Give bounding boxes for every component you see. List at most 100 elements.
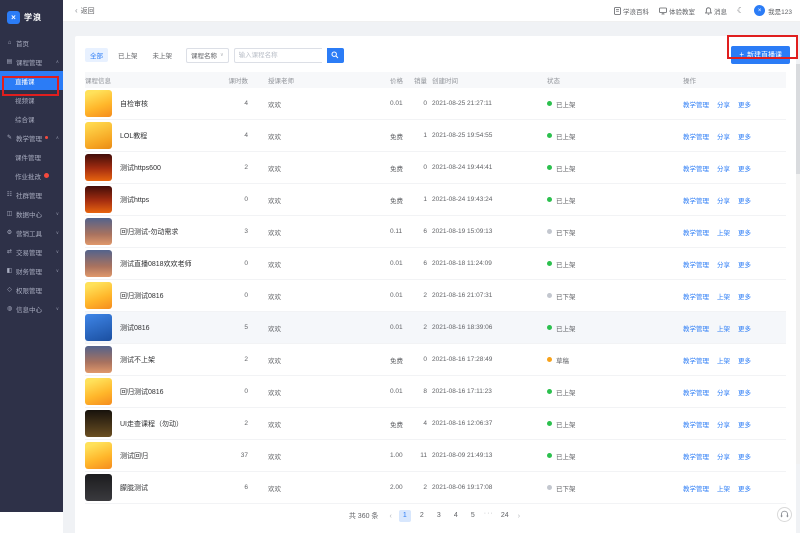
action-link[interactable]: 教学管理 xyxy=(683,134,709,141)
action-link[interactable]: 教学管理 xyxy=(683,102,709,109)
action-link[interactable]: 更多 xyxy=(738,358,751,365)
sidebar-item-mixed-course[interactable]: 综合课 xyxy=(0,109,63,128)
action-link[interactable]: 教学管理 xyxy=(683,390,709,397)
status-filter-tabs: 全部已上架未上架 xyxy=(85,48,177,62)
customer-service-button[interactable] xyxy=(777,507,792,522)
action-link[interactable]: 分享 xyxy=(717,390,730,397)
back-button[interactable]: ‹ 返回 xyxy=(75,6,95,16)
action-link[interactable]: 更多 xyxy=(738,294,751,301)
action-link[interactable]: 上架 xyxy=(717,230,730,237)
action-link[interactable]: 上架 xyxy=(717,326,730,333)
sidebar-item-courseware[interactable]: 课件管理 xyxy=(0,147,63,166)
page-number[interactable]: 3 xyxy=(433,510,445,522)
chevron-icon: ∨ xyxy=(56,249,59,255)
page-number[interactable]: 24 xyxy=(499,510,511,522)
action-link[interactable]: 分享 xyxy=(717,134,730,141)
action-link[interactable]: 更多 xyxy=(738,230,751,237)
demo-classroom-link[interactable]: 体验教室 xyxy=(659,6,695,16)
action-link[interactable]: 分享 xyxy=(717,166,730,173)
wiki-link[interactable]: 学浪百科 xyxy=(614,6,649,16)
sidebar-item-marketing[interactable]: ⚙ 营销工具 ∨ xyxy=(0,223,63,242)
sidebar-item-data-center[interactable]: ◫ 数据中心 ∨ xyxy=(0,204,63,223)
sidebar-item-label: 首页 xyxy=(16,38,29,48)
action-link[interactable]: 教学管理 xyxy=(683,230,709,237)
sidebar-item-permission[interactable]: ◇ 权限管理 xyxy=(0,280,63,299)
course-name: 测试回归 xyxy=(120,451,148,461)
next-page-icon[interactable]: › xyxy=(516,513,522,520)
price: 免费 xyxy=(390,355,412,365)
action-link[interactable]: 上架 xyxy=(717,294,730,301)
action-link[interactable]: 更多 xyxy=(738,486,751,493)
search-input[interactable] xyxy=(234,48,322,63)
lesson-count: 2 xyxy=(215,356,250,363)
user-menu[interactable]: × 我是123 xyxy=(754,5,792,16)
sidebar-item-info-center[interactable]: ◍ 信息中心 ∨ xyxy=(0,299,63,318)
action-link[interactable]: 更多 xyxy=(738,454,751,461)
scrollbar-thumb[interactable] xyxy=(796,64,800,174)
table-row: 自检审核 4 欢欢 0.01 0 2021-08-25 21:27:11 已上架… xyxy=(85,88,786,120)
action-link[interactable]: 分享 xyxy=(717,454,730,461)
course-name: 测试不上架 xyxy=(120,355,155,365)
action-link[interactable]: 教学管理 xyxy=(683,454,709,461)
course-name: 测试https600 xyxy=(120,163,161,173)
action-link[interactable]: 教学管理 xyxy=(683,262,709,269)
action-link[interactable]: 教学管理 xyxy=(683,326,709,333)
action-link[interactable]: 更多 xyxy=(738,390,751,397)
lesson-count: 3 xyxy=(215,228,250,235)
search-button[interactable] xyxy=(327,48,344,63)
sidebar-item-homework[interactable]: 作业批改 xyxy=(0,166,63,185)
action-link[interactable]: 分享 xyxy=(717,198,730,205)
filter-tab[interactable]: 全部 xyxy=(85,48,108,62)
sidebar-item-teaching-mgmt[interactable]: ✎ 教学管理 ∧ xyxy=(0,128,63,147)
page-number[interactable]: 2 xyxy=(416,510,428,522)
created-time: 2021-08-25 21:27:11 xyxy=(430,100,545,107)
lesson-count: 37 xyxy=(215,452,250,459)
action-link[interactable]: 分享 xyxy=(717,102,730,109)
page-number[interactable]: 1 xyxy=(399,510,411,522)
action-link[interactable]: 更多 xyxy=(738,134,751,141)
action-link[interactable]: 教学管理 xyxy=(683,422,709,429)
sidebar-item-finance[interactable]: ◧ 财务管理 ∨ xyxy=(0,261,63,280)
action-link[interactable]: 教学管理 xyxy=(683,358,709,365)
action-link[interactable]: 教学管理 xyxy=(683,486,709,493)
action-link[interactable]: 教学管理 xyxy=(683,166,709,173)
sidebar-item-course-mgmt[interactable]: ▤ 课程管理 ∧ xyxy=(0,52,63,71)
status-label: 已上架 xyxy=(556,163,576,173)
search-field-select[interactable]: 课程名称 ∨ xyxy=(186,48,229,63)
dark-mode-toggle-icon[interactable]: ☾ xyxy=(737,6,744,15)
status-dot xyxy=(547,229,552,234)
teacher-name: 欢欢 xyxy=(250,259,390,269)
sidebar-item-live-course[interactable]: 直播课 xyxy=(0,71,63,90)
sidebar-item-community[interactable]: ☷ 社群管理 xyxy=(0,185,63,204)
course-thumbnail xyxy=(85,122,112,149)
action-link[interactable]: 更多 xyxy=(738,262,751,269)
action-link[interactable]: 更多 xyxy=(738,102,751,109)
filter-tab[interactable]: 未上架 xyxy=(148,48,178,62)
sidebar-item-trade[interactable]: ⇄ 交易管理 ∨ xyxy=(0,242,63,261)
action-link[interactable]: 分享 xyxy=(717,262,730,269)
page-number[interactable]: 5 xyxy=(467,510,479,522)
course-thumbnail xyxy=(85,90,112,117)
sidebar-item-video-course[interactable]: 视频课 xyxy=(0,90,63,109)
action-link[interactable]: 教学管理 xyxy=(683,294,709,301)
action-link[interactable]: 教学管理 xyxy=(683,198,709,205)
filter-tab[interactable]: 已上架 xyxy=(113,48,143,62)
action-link[interactable]: 上架 xyxy=(717,358,730,365)
created-time: 2021-08-16 17:11:23 xyxy=(430,388,545,395)
created-time: 2021-08-18 11:24:09 xyxy=(430,260,545,267)
messages-link[interactable]: 消息 xyxy=(705,6,727,16)
action-link[interactable]: 更多 xyxy=(738,326,751,333)
action-link[interactable]: 更多 xyxy=(738,422,751,429)
table-row: 测试回归 37 欢欢 1.00 11 2021-08-09 21:49:13 已… xyxy=(85,440,786,472)
action-link[interactable]: 更多 xyxy=(738,198,751,205)
sidebar-item-home[interactable]: ⌂ 首页 xyxy=(0,33,63,52)
prev-page-icon[interactable]: ‹ xyxy=(387,513,393,520)
action-link[interactable]: 上架 xyxy=(717,486,730,493)
create-live-course-button[interactable]: + 新建直播课 xyxy=(731,46,790,64)
username: 我是123 xyxy=(768,6,792,16)
action-link[interactable]: 分享 xyxy=(717,422,730,429)
page-number[interactable]: 4 xyxy=(450,510,462,522)
action-link[interactable]: 更多 xyxy=(738,166,751,173)
search-field-label: 课程名称 xyxy=(191,50,217,60)
price: 0.11 xyxy=(390,228,412,235)
